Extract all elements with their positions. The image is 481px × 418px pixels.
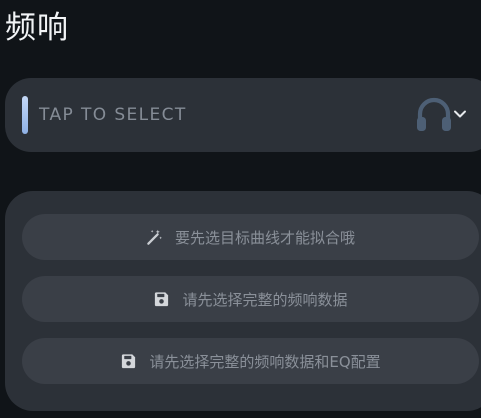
fit-target-curve-label: 要先选目标曲线才能拟合哦 bbox=[174, 228, 355, 247]
save-frequency-eq-button[interactable]: 请先选择完整的频响数据和EQ配置 bbox=[22, 338, 479, 384]
accent-bar bbox=[22, 96, 28, 134]
fit-target-curve-button[interactable]: 要先选目标曲线才能拟合哦 bbox=[22, 214, 479, 260]
save-frequency-eq-label: 请先选择完整的频响数据和EQ配置 bbox=[149, 352, 381, 371]
actions-card: 要先选目标曲线才能拟合哦 请先选择完整的频响数据 请先选择完整的频响数据和EQ配… bbox=[5, 191, 481, 411]
magic-wand-icon bbox=[147, 229, 162, 245]
chevron-down-icon[interactable] bbox=[452, 106, 468, 122]
save-icon bbox=[122, 353, 136, 368]
select-label: TAP TO SELECT bbox=[39, 105, 187, 125]
save-frequency-data-button[interactable]: 请先选择完整的频响数据 bbox=[22, 276, 479, 322]
device-select-card[interactable]: TAP TO SELECT bbox=[5, 78, 481, 152]
page-title: 频响 bbox=[5, 10, 69, 46]
save-icon bbox=[155, 291, 169, 306]
frequency-response-page: 频响 TAP TO SELECT 要先选目标曲线才能拟合哦 请先选择完整的频响数… bbox=[0, 0, 481, 418]
save-frequency-data-label: 请先选择完整的频响数据 bbox=[182, 290, 348, 309]
headphones-icon bbox=[417, 97, 451, 131]
